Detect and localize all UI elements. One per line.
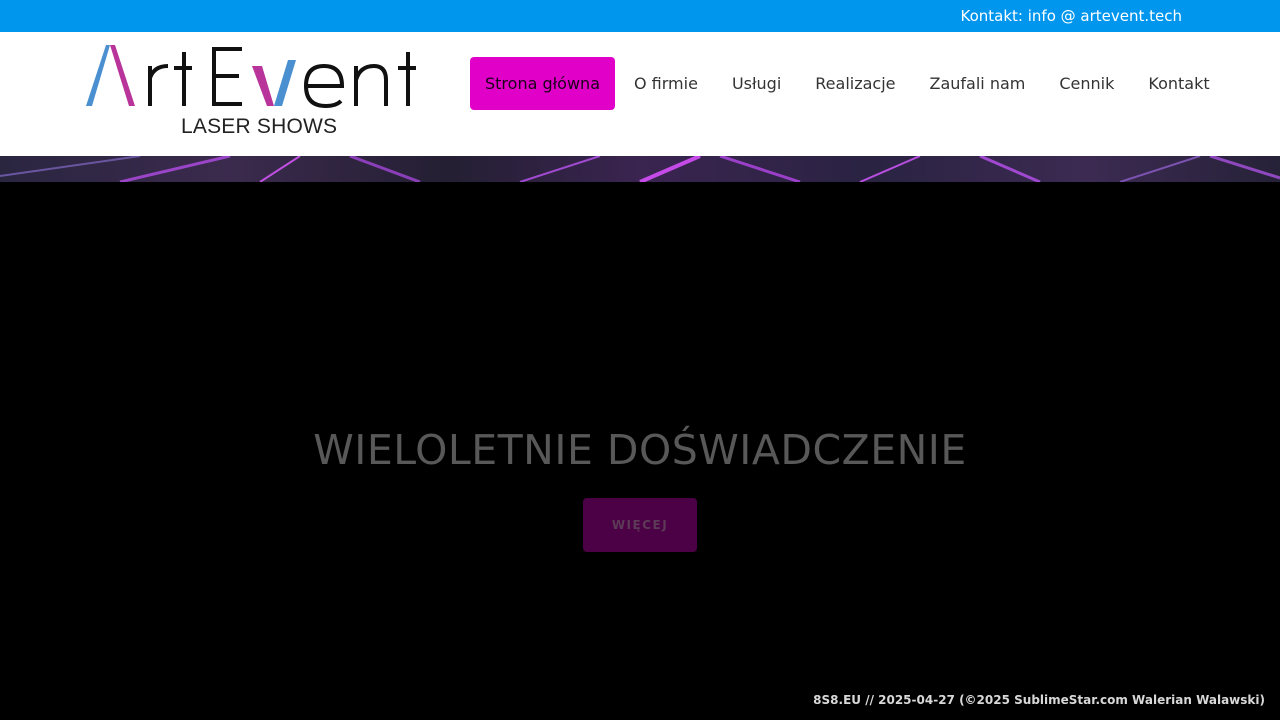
nav-item-services[interactable]: Usługi — [715, 57, 798, 110]
nav-item-home[interactable]: Strona główna — [470, 57, 615, 110]
top-bar: Kontakt: info @ artevent.tech — [0, 0, 1280, 32]
screenshot-footer-note: 8S8.EU // 2025-04-27 (©2025 SublimeStar.… — [813, 693, 1265, 707]
artevent-logo[interactable]: LASER SHOWS — [84, 44, 434, 144]
hero-background-image-strip — [0, 156, 1280, 182]
nav-item-contact[interactable]: Kontakt — [1131, 57, 1226, 110]
site-header: LASER SHOWS Strona główna O firmie Usług… — [0, 32, 1280, 156]
hero-heading: WIELOLETNIE DOŚWIADCZENIE — [313, 426, 967, 474]
nav-item-pricing[interactable]: Cennik — [1042, 57, 1131, 110]
main-navigation: Strona główna O firmie Usługi Realizacje… — [470, 57, 1227, 110]
nav-item-projects[interactable]: Realizacje — [798, 57, 912, 110]
more-button[interactable]: WIĘCEJ — [583, 498, 697, 552]
logo-wordmark — [86, 45, 416, 109]
nav-item-about[interactable]: O firmie — [617, 57, 715, 110]
contact-email-text[interactable]: Kontakt: info @ artevent.tech — [961, 7, 1183, 25]
logo-tagline: LASER SHOWS — [181, 115, 338, 138]
laser-beams-image — [0, 156, 1280, 182]
hero-section: WIELOLETNIE DOŚWIADCZENIE WIĘCEJ — [0, 182, 1280, 720]
nav-item-clients[interactable]: Zaufali nam — [913, 57, 1043, 110]
